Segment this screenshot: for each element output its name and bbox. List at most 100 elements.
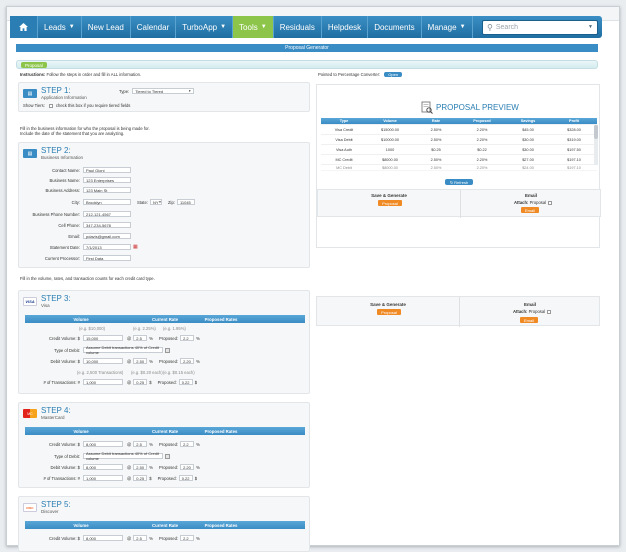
business-card-icon: ▤ — [23, 149, 37, 158]
email-field[interactable]: pdavis@gmail.com — [83, 233, 131, 239]
business-field[interactable]: 123 Enterprises — [83, 177, 131, 183]
refresh-button[interactable]: ↻ Refresh — [445, 179, 473, 185]
nav-leads[interactable]: Leads ▼ — [38, 16, 82, 38]
calendar-icon[interactable]: ▦ — [133, 244, 138, 250]
contact-field[interactable]: Paul Gioni — [83, 167, 131, 173]
mc-credit-field[interactable]: 8,000 — [83, 441, 123, 447]
step3-sub: Visa — [41, 303, 50, 308]
disc-credit-proposed[interactable]: 2.2 — [180, 535, 195, 541]
address-field[interactable]: 123 Main St — [83, 187, 131, 193]
disc-credit-field[interactable]: 8,000 — [83, 535, 123, 541]
date-field[interactable]: 7/1/2013 — [83, 244, 131, 250]
step5-header: DISC STEP 5: Discover — [19, 497, 309, 518]
pct-symbol: % — [196, 335, 200, 341]
mc-credit-rate[interactable]: 2.5 — [133, 441, 148, 447]
nav-manage[interactable]: Manage ▼ — [422, 16, 473, 38]
mc-debit-row: Debit Volume: $8,000 @2.50% Proposed: 2.2… — [25, 464, 200, 470]
state-select[interactable]: NY ▼ — [149, 199, 162, 205]
business-row: Business Name: 123 Enterprises — [25, 177, 131, 183]
nav-new-lead[interactable]: New Lead — [82, 16, 131, 38]
mc-debit-type-select[interactable]: Assume Debit transactions 40% of Credit … — [83, 451, 163, 461]
nav-documents[interactable]: Documents — [368, 16, 422, 38]
bphone-field[interactable]: 212-121-4567 — [83, 211, 131, 217]
cell: Visa Credit — [334, 127, 354, 132]
visa-debit-proposed[interactable]: 2.20 — [180, 358, 195, 364]
disc-credit-row: Credit Volume: $8,000 @2.5% Proposed: 2.2… — [25, 535, 200, 541]
visa-debit-field[interactable]: 10,000 — [83, 358, 123, 364]
nav-new-lead-label: New Lead — [87, 22, 124, 32]
processor-field[interactable]: First Data — [83, 255, 131, 261]
mc-credit-proposed[interactable]: 2.2 — [180, 441, 195, 447]
nav-tools-label: Tools — [239, 22, 258, 32]
dollar-symbol: $ — [149, 475, 152, 481]
cell-field[interactable]: 347-234-5678 — [83, 222, 131, 228]
nav-tools[interactable]: Tools ▼ — [233, 16, 274, 38]
current-rate-header: Current Rate — [151, 316, 179, 322]
type-select[interactable]: Tiered to Tiered ▼ — [132, 88, 195, 94]
city-row: City: Brooklyn State: NY ▼ Zip: 11045 — [25, 199, 195, 205]
show-tiers-label: Show Tiers: — [23, 103, 45, 108]
show-tiers-checkbox[interactable] — [48, 103, 53, 108]
proposal-button[interactable]: Proposal — [377, 309, 401, 315]
fill-text-3: Fill in the volume, rates, and transacti… — [20, 276, 155, 281]
processor-label: Current Processor: — [44, 255, 80, 261]
chevron-down-icon: ▼ — [260, 24, 267, 30]
tab-proposal[interactable]: Proposal — [21, 62, 47, 68]
at-symbol: @ — [127, 535, 132, 541]
table-row: MC Debit $8000.00 2.50% 2.20% $24.00 $197.10 — [321, 165, 597, 171]
email-button[interactable]: Email — [521, 207, 539, 213]
document-search-icon — [421, 101, 433, 114]
disc-credit-rate[interactable]: 2.5 — [133, 535, 148, 541]
attach-checkbox[interactable] — [548, 200, 553, 205]
mc-trans-rate[interactable]: 0.25 — [133, 475, 148, 481]
eg-each-current: (e.g. $0.20 each) — [131, 370, 163, 375]
email-label: Email: — [68, 233, 80, 239]
attach-label: Attach: — [514, 200, 529, 205]
city-field[interactable]: Brooklyn — [83, 199, 131, 205]
preview-scrollbar[interactable] — [594, 125, 598, 165]
visa-credit-field[interactable]: 15,000 — [83, 335, 123, 341]
email-button[interactable]: Email — [520, 317, 538, 323]
nav-turboapp[interactable]: TurboApp ▼ — [176, 16, 234, 38]
mc-debit-field[interactable]: 8,000 — [83, 464, 123, 470]
nav-calendar[interactable]: Calendar — [131, 16, 177, 38]
cell: $8000.00 — [382, 165, 398, 170]
nav-helpdesk[interactable]: Helpdesk — [322, 16, 369, 38]
mc-trans-field[interactable]: 1,000 — [83, 475, 123, 481]
visa-debit-rate[interactable]: 2.50 — [133, 358, 148, 364]
save-generate-title: Save & Generate — [370, 302, 406, 307]
visa-trans-field[interactable]: 1,000 — [83, 379, 123, 385]
visa-trans-rate[interactable]: 0.25 — [133, 379, 148, 385]
attach-checkbox[interactable] — [547, 309, 552, 314]
proposal-button[interactable]: Proposal — [378, 200, 402, 206]
chevron-down-icon[interactable] — [165, 453, 170, 459]
mc-debit-proposed[interactable]: 2.20 — [180, 464, 195, 470]
nav-residuals[interactable]: Residuals — [274, 16, 322, 38]
discover-logo-icon: DISC — [23, 503, 37, 512]
table-row: Visa Credit $15000.00 2.50% 2.20% $45.00 $328… — [321, 125, 597, 135]
cell: $45.00 — [522, 127, 534, 132]
visa-debit-type-select[interactable]: Assume Debit transactions 40% of Credit … — [83, 345, 163, 355]
visa-credit-proposed[interactable]: 2.2 — [180, 335, 195, 341]
mc-trans-proposed[interactable]: 0.22 — [178, 475, 193, 481]
chevron-down-icon[interactable] — [165, 347, 170, 353]
chevron-down-icon[interactable]: ▼ — [588, 24, 593, 30]
table-row: MC Credit $8000.00 2.50% 2.20% $27.00 $197.10 — [321, 155, 597, 165]
nav-documents-label: Documents — [374, 22, 415, 32]
visa-credit-rate[interactable]: 2.5 — [133, 335, 148, 341]
step4-title: STEP 4: — [41, 406, 71, 415]
debit-type-label: Type of Debit: — [54, 453, 80, 459]
mc-debit-rate[interactable]: 2.50 — [133, 464, 148, 470]
visa-debit-label: Debit Volume: $ — [50, 358, 80, 364]
search-input[interactable]: ⚲ Search ▼ — [482, 19, 598, 35]
visa-trans-proposed[interactable]: 0.22 — [178, 379, 193, 385]
scrollbar-thumb[interactable] — [594, 125, 598, 139]
nav-home[interactable] — [10, 16, 38, 38]
zip-label: Zip: — [167, 199, 175, 205]
cell: 1000 — [385, 147, 395, 152]
at-symbol: @ — [127, 379, 132, 385]
zip-field[interactable]: 11045 — [176, 199, 195, 205]
cell: $30.00 — [522, 137, 534, 142]
open-converter-button[interactable]: Open — [384, 72, 403, 77]
pct-symbol: % — [196, 441, 200, 447]
